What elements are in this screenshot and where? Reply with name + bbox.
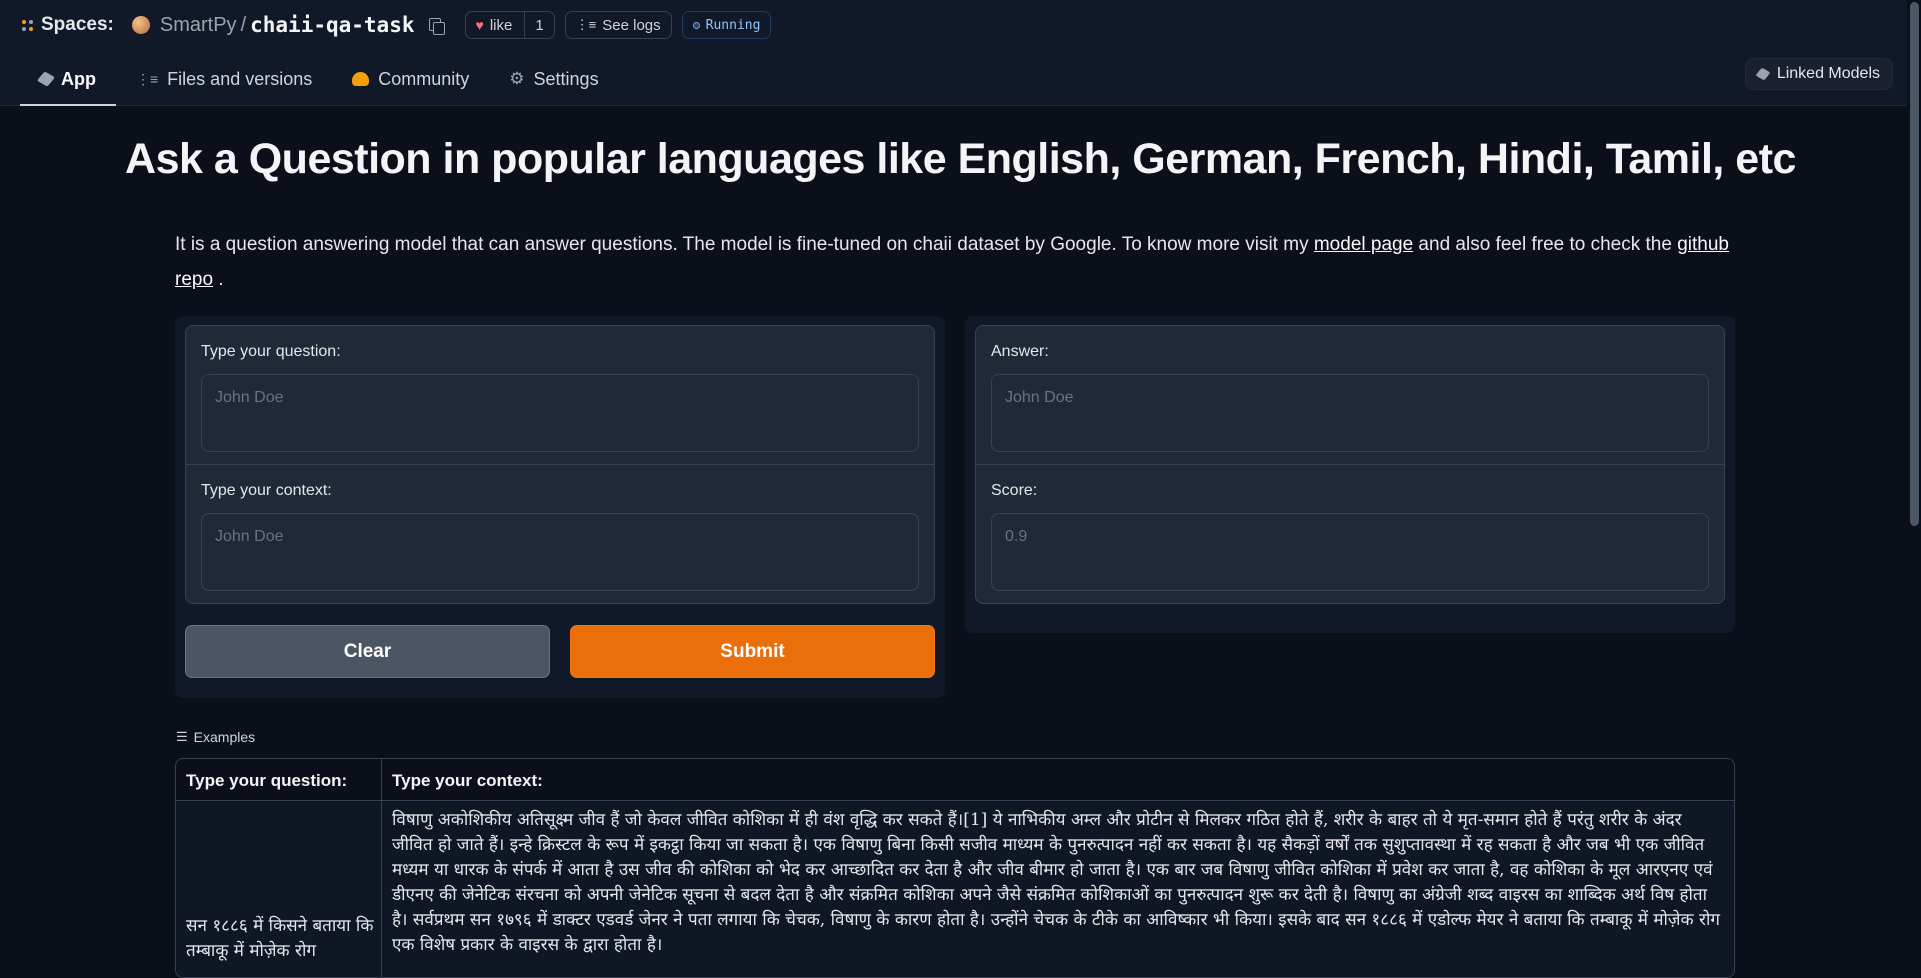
examples-header-question: Type your question: <box>186 771 348 790</box>
score-output[interactable] <box>991 513 1709 591</box>
submit-button[interactable]: Submit <box>570 625 935 678</box>
answer-block: Answer: <box>975 325 1725 465</box>
owner-avatar[interactable] <box>131 16 150 34</box>
gear-icon: ⚙ <box>509 69 525 88</box>
question-input[interactable] <box>201 374 919 452</box>
like-count[interactable]: 1 <box>524 12 553 38</box>
tab-settings-label: Settings <box>533 68 599 89</box>
examples-label: Examples <box>193 729 256 745</box>
example-question-cell: सन १८८६ में किसने बताया कि तम्बाकू में म… <box>186 916 374 961</box>
space-tabs: App ⋮≡ Files and versions Community ⚙ Se… <box>20 52 619 106</box>
examples-header: ☰ Examples <box>176 729 255 745</box>
score-block: Score: <box>975 464 1725 604</box>
spaces-icon <box>22 19 33 31</box>
example-context-cell: विषाणु अकोशिकीय अतिसूक्ष्म जीव हैं जो के… <box>392 810 1720 955</box>
app-content: Ask a Question in popular languages like… <box>0 107 1907 978</box>
like-label: like <box>489 16 513 34</box>
tab-app-label: App <box>61 68 96 89</box>
page-title: Ask a Question in popular languages like… <box>125 135 1796 183</box>
copy-icon[interactable] <box>428 17 445 35</box>
tab-community-label: Community <box>378 68 470 89</box>
status-badge[interactable]: Running <box>681 11 772 39</box>
spaces-link[interactable]: Spaces: <box>22 14 114 36</box>
scrollbar-thumb[interactable] <box>1910 2 1919 526</box>
tab-settings[interactable]: ⚙ Settings <box>489 52 618 106</box>
context-block: Type your context: <box>185 464 935 604</box>
path-separator: / <box>240 13 247 36</box>
files-icon: ⋮≡ <box>136 70 159 87</box>
question-label: Type your question: <box>201 343 341 360</box>
repo-header: Spaces: SmartPy / chaii-qa-task ♥ like 1… <box>22 10 772 40</box>
model-page-link[interactable]: model page <box>1314 234 1413 255</box>
examples-table: Type your question: Type your context: स… <box>175 758 1735 978</box>
page-scrollbar[interactable] <box>1907 0 1921 951</box>
owner-link[interactable]: SmartPy <box>160 14 237 37</box>
community-icon <box>352 72 370 86</box>
clear-button[interactable]: Clear <box>185 625 550 678</box>
desc-prefix: It is a question answering model that ca… <box>175 234 1314 255</box>
tab-files-and-versions[interactable]: ⋮≡ Files and versions <box>116 52 332 106</box>
tab-app[interactable]: App <box>20 52 116 106</box>
app-cube-icon <box>36 71 56 87</box>
score-label: Score: <box>991 482 1038 499</box>
tab-files-label: Files and versions <box>167 68 313 89</box>
see-logs-button[interactable]: ⋮≡ See logs <box>564 11 672 39</box>
model-cube-icon <box>1755 67 1771 81</box>
examples-table-header: Type your question: Type your context: <box>176 759 1734 801</box>
list-icon: ☰ <box>176 729 188 744</box>
column-divider <box>381 759 382 977</box>
linked-models-label: Linked Models <box>1776 65 1880 82</box>
question-block: Type your question: <box>185 325 935 465</box>
output-panel: Answer: Score: <box>965 316 1735 633</box>
answer-label: Answer: <box>991 343 1049 360</box>
tab-community[interactable]: Community <box>332 52 489 106</box>
answer-output[interactable] <box>991 374 1709 452</box>
desc-middle: and also feel free to check the <box>1413 234 1678 255</box>
page-description: It is a question answering model that ca… <box>175 227 1735 297</box>
context-input[interactable] <box>201 513 919 591</box>
repo-name[interactable]: chaii-qa-task <box>250 13 414 37</box>
top-bar: Spaces: SmartPy / chaii-qa-task ♥ like 1… <box>0 0 1921 106</box>
like-button[interactable]: ♥ like 1 <box>464 11 555 39</box>
spaces-label: Spaces: <box>41 14 114 35</box>
desc-suffix: . <box>213 269 224 290</box>
linked-models-button[interactable]: Linked Models <box>1744 58 1893 90</box>
examples-header-context: Type your context: <box>392 771 543 790</box>
input-panel: Type your question: Type your context: C… <box>175 316 945 698</box>
status-label: Running <box>705 17 761 33</box>
heart-icon: ♥ <box>475 17 484 33</box>
context-label: Type your context: <box>201 482 332 499</box>
see-logs-label: See logs <box>602 16 661 34</box>
table-row[interactable]: सन १८८६ में किसने बताया कि तम्बाकू में म… <box>176 802 1734 977</box>
logs-icon: ⋮≡ <box>575 17 597 32</box>
status-dot-icon <box>692 21 700 29</box>
